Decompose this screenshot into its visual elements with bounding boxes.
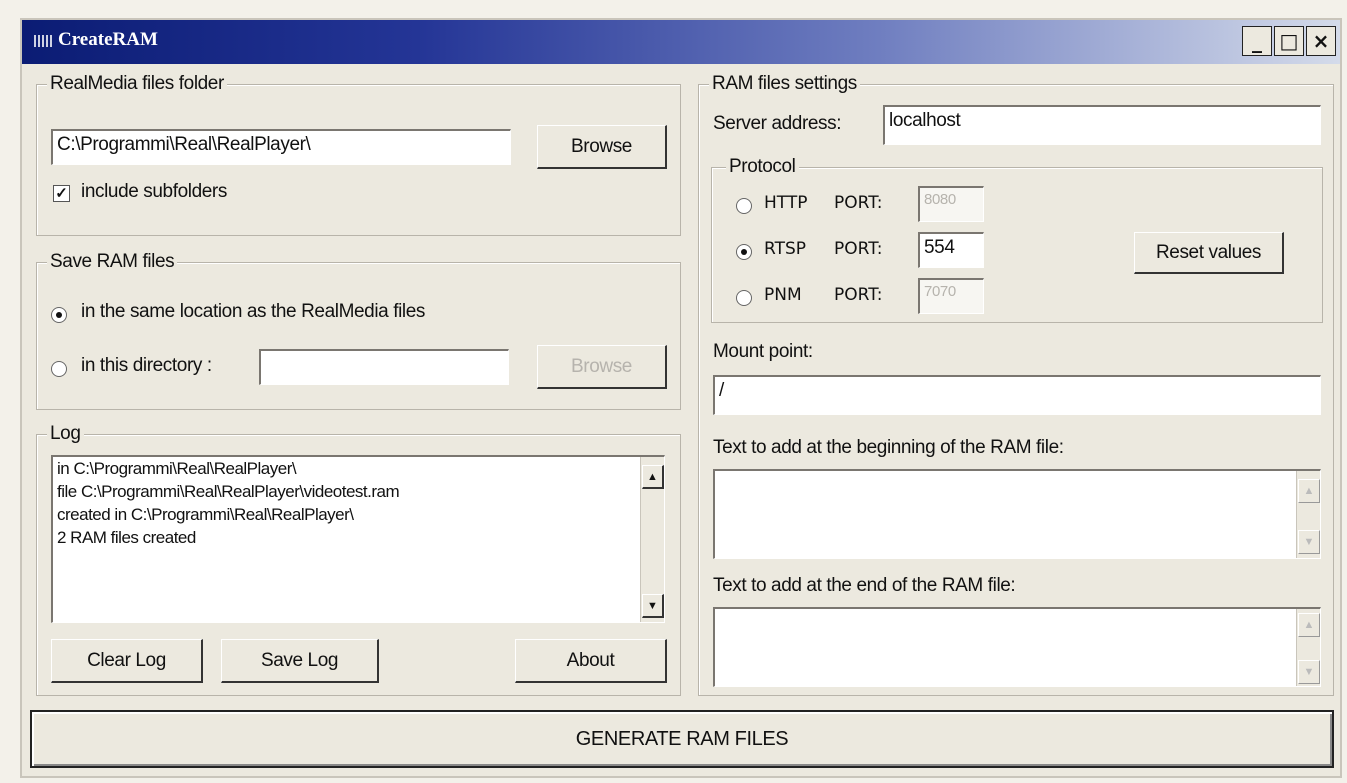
log-line: 2 RAM files created [57,528,196,547]
this-directory-label: in this directory : [81,355,212,376]
include-subfolders-checkbox[interactable]: ✓ [53,185,70,202]
about-label: About [566,649,615,671]
about-button[interactable]: About [515,639,667,683]
ram-settings-group: RAM files settings Server address: local… [698,73,1334,696]
browse-directory-label: Browse [571,355,632,377]
log-scrollbar[interactable]: ▲ ▼ [640,457,664,622]
scroll-up-icon[interactable]: ▲ [1298,479,1320,503]
save-ram-files-group: Save RAM files in the same location as t… [36,251,681,410]
app-icon [34,34,52,47]
generate-ram-files-button[interactable]: GENERATE RAM FILES [30,710,1334,768]
log-line: created in C:\Programmi\Real\RealPlayer\ [57,505,354,524]
minimize-icon[interactable]: _ [1242,26,1272,56]
scroll-up-icon[interactable]: ▲ [642,465,664,489]
text-end-scrollbar[interactable]: ▲ ▼ [1296,609,1320,686]
include-subfolders-label: include subfolders [81,181,227,202]
scroll-up-icon[interactable]: ▲ [1298,613,1320,637]
http-port-field[interactable]: 8080 [918,186,984,222]
this-directory-radio[interactable] [51,361,67,377]
pnm-radio[interactable] [736,290,752,306]
http-label: HTTP [764,193,808,213]
pnm-label: PNM [764,285,802,305]
pnm-port-field[interactable]: 7070 [918,278,984,314]
reset-values-label: Reset values [1155,241,1262,263]
mount-point-label: Mount point: [713,341,813,362]
scroll-down-icon[interactable]: ▼ [642,594,664,618]
rtsp-port-field[interactable]: 554 [918,232,984,268]
same-location-label: in the same location as the RealMedia fi… [81,301,425,322]
clear-log-button[interactable]: Clear Log [51,639,203,683]
scroll-down-icon[interactable]: ▼ [1298,660,1320,684]
log-group: Log in C:\Programmi\Real\RealPlayer\ fil… [36,423,681,696]
generate-ram-files-label: GENERATE RAM FILES [575,727,789,750]
text-end-textarea[interactable]: ▲ ▼ [713,607,1321,687]
realmedia-folder-legend: RealMedia files folder [47,73,227,95]
clear-log-label: Clear Log [87,649,166,671]
window-title: CreateRAM [34,29,158,51]
http-radio[interactable] [736,198,752,214]
browse-folder-button[interactable]: Browse [537,125,667,169]
server-address-label: Server address: [713,113,842,134]
rtsp-radio[interactable] [736,244,752,260]
log-line: file C:\Programmi\Real\RealPlayer\videot… [57,482,400,501]
http-port-label: PORT: [834,193,883,213]
text-begin-label: Text to add at the beginning of the RAM … [713,437,1064,458]
log-line: in C:\Programmi\Real\RealPlayer\ [57,459,297,478]
title-bar[interactable]: CreateRAM _ □ × [22,20,1340,64]
save-ram-files-legend: Save RAM files [47,251,178,273]
realmedia-folder-group: RealMedia files folder C:\Programmi\Real… [36,73,681,236]
log-legend: Log [47,423,84,445]
window-controls: _ □ × [1242,26,1336,56]
server-address-field[interactable]: localhost [883,105,1321,145]
browse-directory-button[interactable]: Browse [537,345,667,389]
close-icon[interactable]: × [1306,26,1336,56]
save-log-button[interactable]: Save Log [221,639,379,683]
pnm-port-label: PORT: [834,285,883,305]
maximize-icon[interactable]: □ [1274,26,1304,56]
text-begin-scrollbar[interactable]: ▲ ▼ [1296,471,1320,558]
ram-settings-legend: RAM files settings [709,73,860,95]
directory-field[interactable] [259,349,509,385]
rtsp-port-label: PORT: [834,239,883,259]
mount-point-field[interactable]: / [713,375,1321,415]
protocol-legend: Protocol [726,156,799,178]
browse-folder-label: Browse [571,135,632,157]
scroll-down-icon[interactable]: ▼ [1298,530,1320,554]
rtsp-label: RTSP [764,239,807,259]
realmedia-folder-field[interactable]: C:\Programmi\Real\RealPlayer\ [51,129,511,165]
log-textarea[interactable]: in C:\Programmi\Real\RealPlayer\ file C:… [51,455,665,623]
same-location-radio[interactable] [51,307,67,323]
protocol-group: Protocol HTTP PORT: 8080 RTSP PORT: 554 … [711,156,1323,323]
text-begin-textarea[interactable]: ▲ ▼ [713,469,1321,559]
reset-values-button[interactable]: Reset values [1134,232,1284,274]
window-title-text: CreateRAM [58,29,158,50]
createram-window: CreateRAM _ □ × RealMedia files folder C… [20,18,1342,778]
save-log-label: Save Log [260,649,339,671]
text-end-label: Text to add at the end of the RAM file: [713,575,1016,596]
